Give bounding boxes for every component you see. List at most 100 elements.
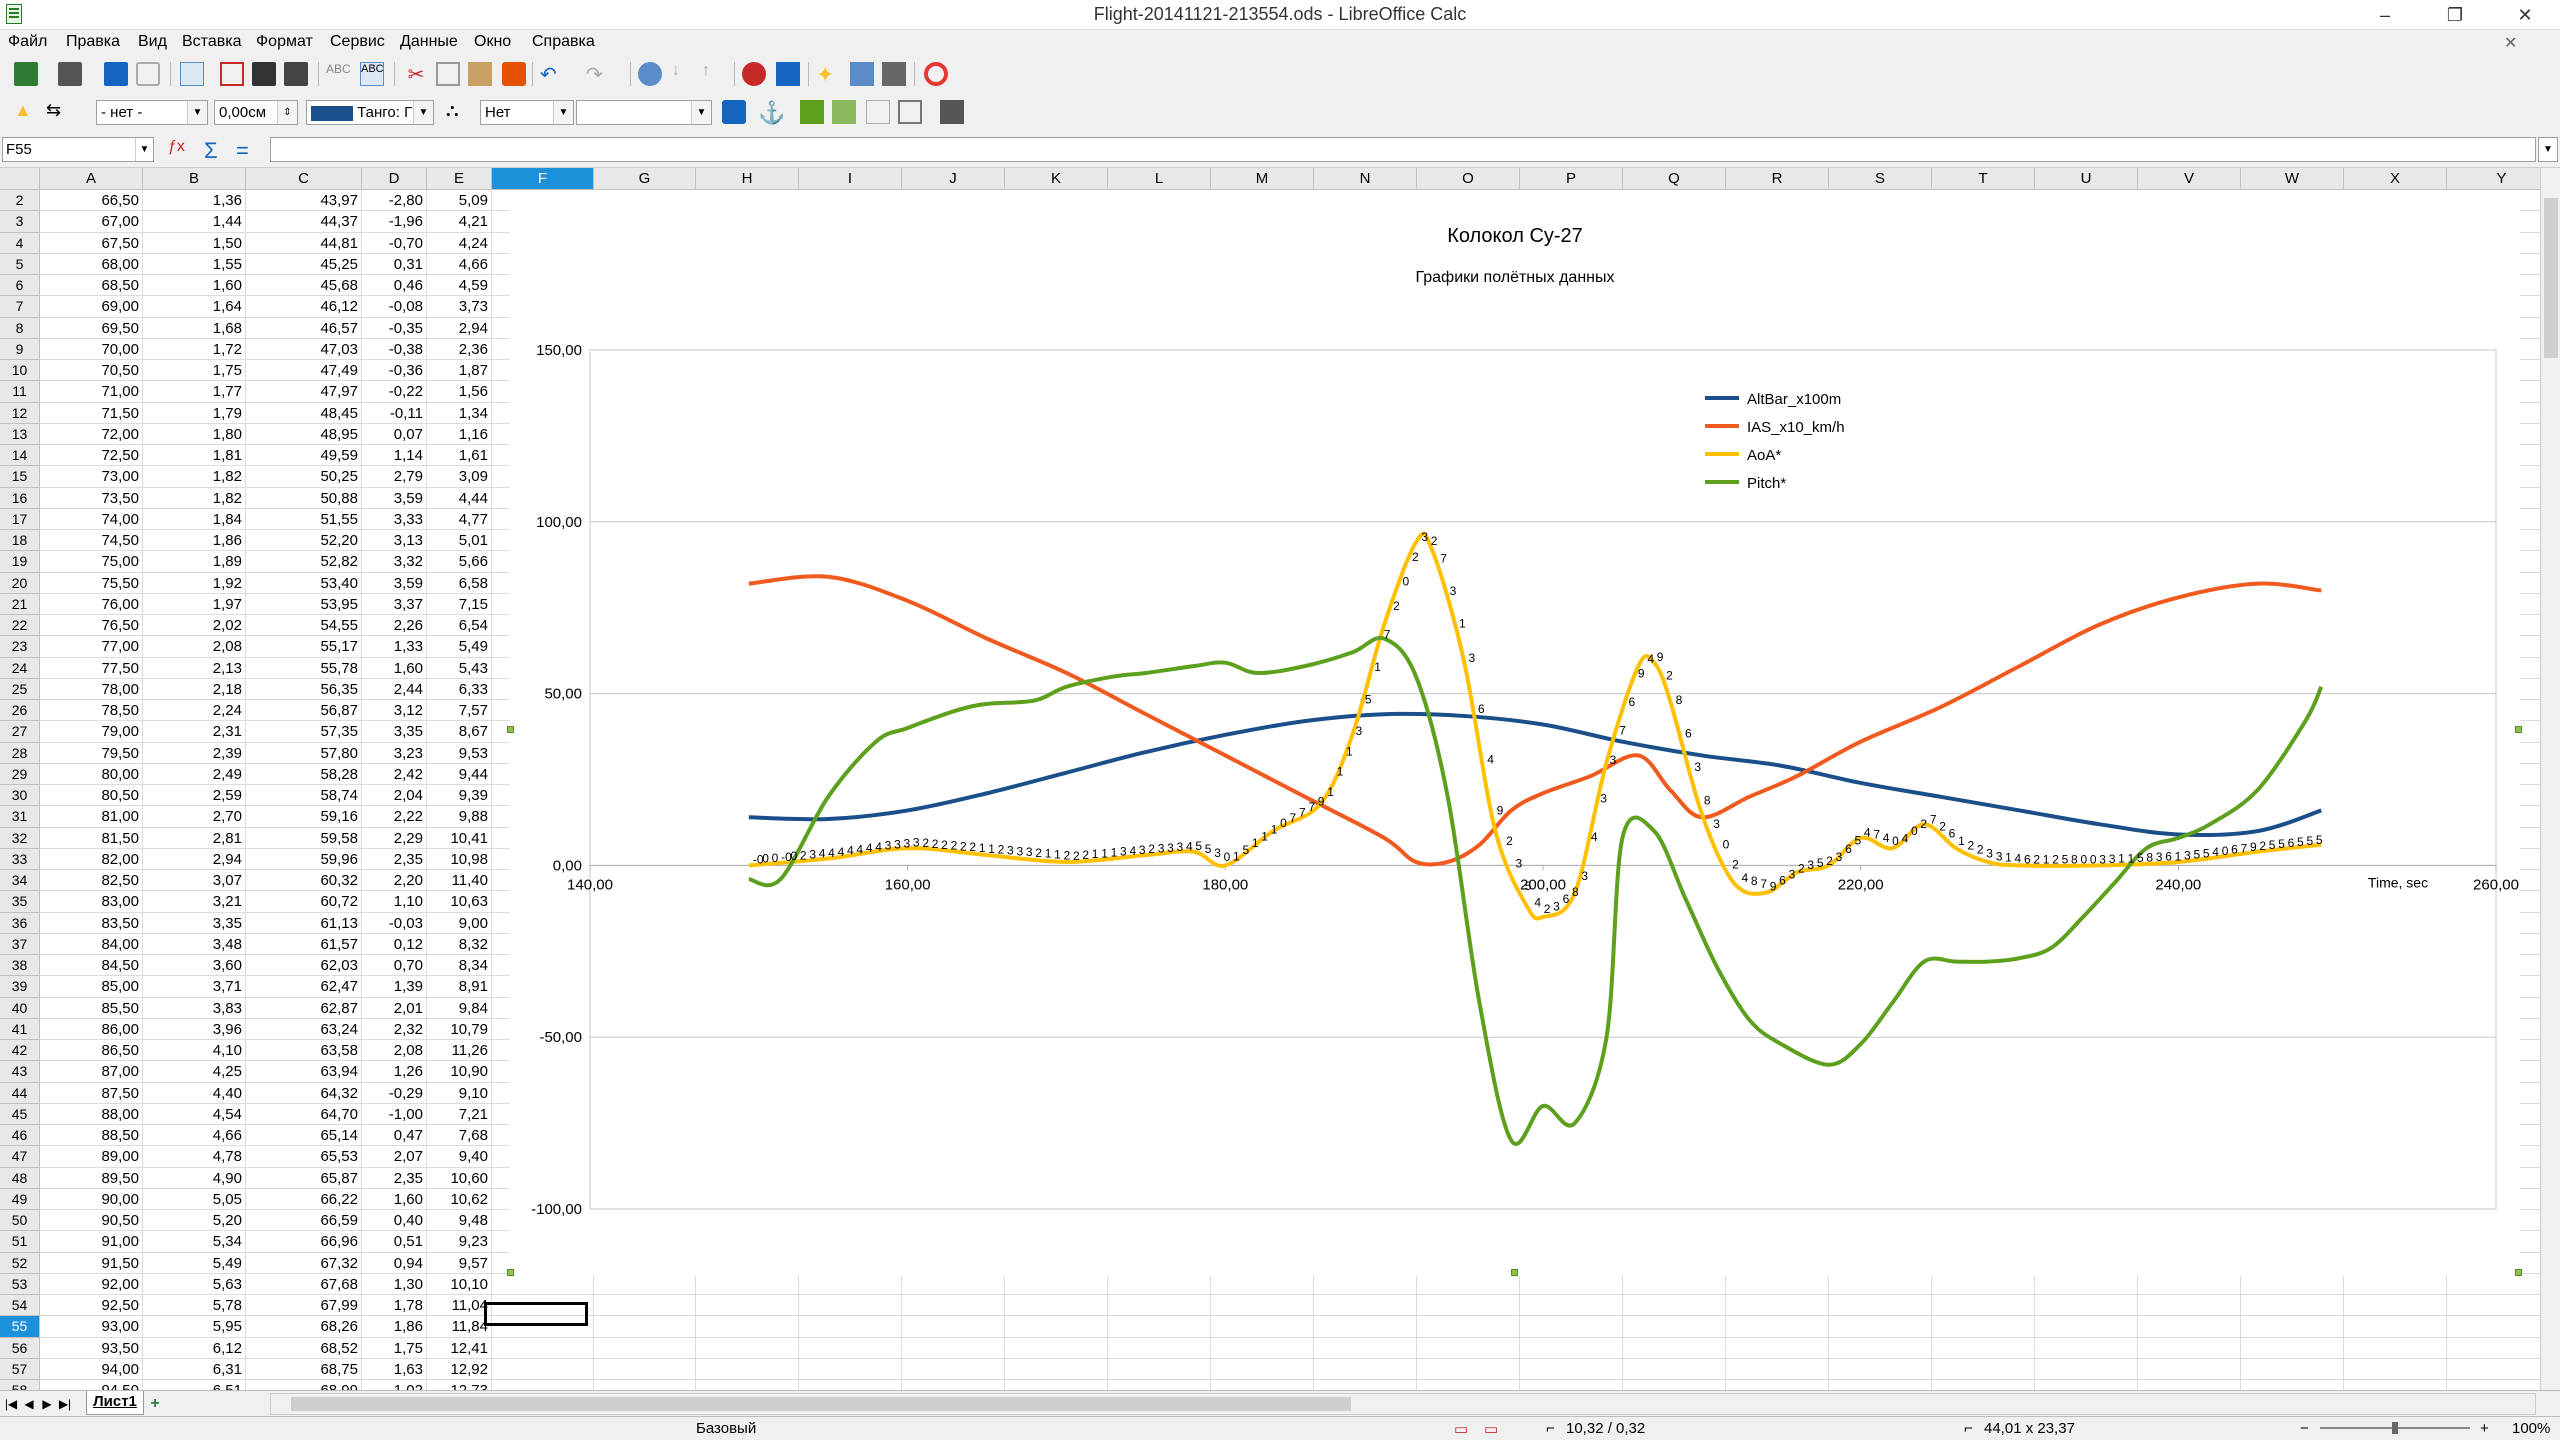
table-cell[interactable]: 67,68 (246, 1273, 362, 1295)
table-cell[interactable]: 10,62 (427, 1188, 492, 1210)
table-cell[interactable]: 2,49 (143, 763, 246, 785)
row-header[interactable]: 28 (0, 742, 40, 764)
column-header-f[interactable]: F (492, 168, 594, 190)
table-cell[interactable]: 4,90 (143, 1167, 246, 1189)
table-cell[interactable]: 5,78 (143, 1295, 246, 1317)
row-header[interactable]: 3 (0, 211, 40, 233)
table-cell[interactable]: 4,25 (143, 1061, 246, 1083)
table-cell[interactable]: 1,26 (362, 1061, 427, 1083)
table-cell[interactable]: 59,96 (246, 848, 362, 870)
row-header[interactable]: 5 (0, 253, 40, 275)
table-cell[interactable]: 48,45 (246, 402, 362, 424)
table-cell[interactable]: 11,84 (427, 1316, 492, 1338)
table-cell[interactable]: 58,74 (246, 785, 362, 807)
table-cell[interactable]: 1,44 (143, 211, 246, 233)
table-cell[interactable]: 89,00 (40, 1146, 143, 1168)
column-header-x[interactable]: X (2344, 168, 2447, 190)
column-header-u[interactable]: U (2035, 168, 2138, 190)
table-cell[interactable]: 66,50 (40, 190, 143, 212)
table-cell[interactable]: 65,53 (246, 1146, 362, 1168)
chart-handle-right[interactable] (2515, 726, 2522, 733)
table-cell[interactable]: 66,22 (246, 1188, 362, 1210)
table-cell[interactable]: 49,59 (246, 445, 362, 467)
row-header[interactable]: 6 (0, 275, 40, 297)
table-cell[interactable]: 57,35 (246, 721, 362, 743)
row-header[interactable]: 9 (0, 338, 40, 360)
chart-handle-bottom-right[interactable] (2515, 1269, 2522, 1276)
area-style-combo[interactable]: - нет - ▼ (96, 100, 208, 125)
column-header-c[interactable]: C (246, 168, 362, 190)
table-cell[interactable]: 3,12 (362, 700, 427, 722)
row-header[interactable]: 51 (0, 1231, 40, 1253)
table-cell[interactable]: 47,49 (246, 360, 362, 382)
table-cell[interactable]: 5,63 (143, 1273, 246, 1295)
table-cell[interactable]: 87,00 (40, 1061, 143, 1083)
column-header-r[interactable]: R (1726, 168, 1829, 190)
open-icon[interactable] (58, 62, 82, 86)
table-cell[interactable]: 0,12 (362, 933, 427, 955)
table-cell[interactable]: 66,59 (246, 1210, 362, 1232)
table-cell[interactable]: 9,23 (427, 1231, 492, 1253)
table-cell[interactable]: 2,32 (362, 1018, 427, 1040)
auto-spellcheck-icon[interactable]: ABC (360, 62, 384, 86)
table-cell[interactable]: 5,43 (427, 657, 492, 679)
table-cell[interactable]: 86,00 (40, 1018, 143, 1040)
table-cell[interactable]: 3,96 (143, 1018, 246, 1040)
table-cell[interactable]: 8,34 (427, 955, 492, 977)
table-cell[interactable]: 1,02 (362, 1380, 427, 1390)
table-cell[interactable]: 4,44 (427, 487, 492, 509)
row-header[interactable]: 32 (0, 827, 40, 849)
row-header[interactable]: 20 (0, 572, 40, 594)
column-header-y[interactable]: Y (2447, 168, 2540, 190)
table-cell[interactable]: 10,63 (427, 891, 492, 913)
table-cell[interactable]: 70,00 (40, 338, 143, 360)
paste-icon[interactable] (468, 62, 492, 86)
table-cell[interactable]: 4,78 (143, 1146, 246, 1168)
table-cell[interactable]: 10,79 (427, 1018, 492, 1040)
row-header[interactable]: 55 (0, 1316, 40, 1338)
row-header[interactable]: 10 (0, 360, 40, 382)
table-cell[interactable]: 54,55 (246, 615, 362, 637)
add-sheet-icon[interactable]: + (148, 1395, 162, 1413)
table-cell[interactable]: -0,35 (362, 317, 427, 339)
table-cell[interactable]: 62,87 (246, 997, 362, 1019)
table-cell[interactable]: 11,40 (427, 870, 492, 892)
table-cell[interactable]: 5,05 (143, 1188, 246, 1210)
maximize-button[interactable]: ❐ (2420, 0, 2490, 30)
table-cell[interactable]: 81,00 (40, 806, 143, 828)
table-cell[interactable]: 2,08 (362, 1040, 427, 1062)
table-cell[interactable]: -1,96 (362, 211, 427, 233)
table-cell[interactable]: 46,57 (246, 317, 362, 339)
table-cell[interactable]: 3,37 (362, 593, 427, 615)
table-cell[interactable]: 5,20 (143, 1210, 246, 1232)
table-cell[interactable]: 1,80 (143, 423, 246, 445)
table-cell[interactable]: 74,00 (40, 508, 143, 530)
table-cell[interactable]: 3,21 (143, 891, 246, 913)
table-cell[interactable]: -2,80 (362, 190, 427, 212)
table-cell[interactable]: 92,50 (40, 1295, 143, 1317)
table-cell[interactable]: 1,60 (362, 1188, 427, 1210)
minimize-button[interactable]: – (2350, 0, 2420, 30)
email-icon[interactable] (136, 62, 160, 86)
table-cell[interactable]: 2,79 (362, 466, 427, 488)
shadow-icon[interactable] (722, 100, 746, 124)
next-sheet-icon[interactable]: ▶ (40, 1395, 54, 1413)
table-cell[interactable]: 59,58 (246, 827, 362, 849)
table-cell[interactable]: 68,75 (246, 1358, 362, 1380)
table-cell[interactable]: 0,70 (362, 955, 427, 977)
table-cell[interactable]: 50,88 (246, 487, 362, 509)
table-cell[interactable]: 63,24 (246, 1018, 362, 1040)
page-style[interactable]: Базовый (696, 1420, 756, 1437)
help-icon[interactable] (924, 62, 948, 86)
table-cell[interactable]: 69,00 (40, 296, 143, 318)
column-header-h[interactable]: H (696, 168, 799, 190)
table-cell[interactable]: 1,92 (143, 572, 246, 594)
table-cell[interactable]: 44,81 (246, 232, 362, 254)
row-header[interactable]: 15 (0, 466, 40, 488)
row-header[interactable]: 43 (0, 1061, 40, 1083)
table-cell[interactable]: 1,36 (143, 190, 246, 212)
row-header[interactable]: 49 (0, 1188, 40, 1210)
row-header[interactable]: 23 (0, 636, 40, 658)
zoom-in-icon[interactable]: + (2480, 1420, 2489, 1437)
close-button[interactable]: ✕ (2490, 0, 2560, 30)
